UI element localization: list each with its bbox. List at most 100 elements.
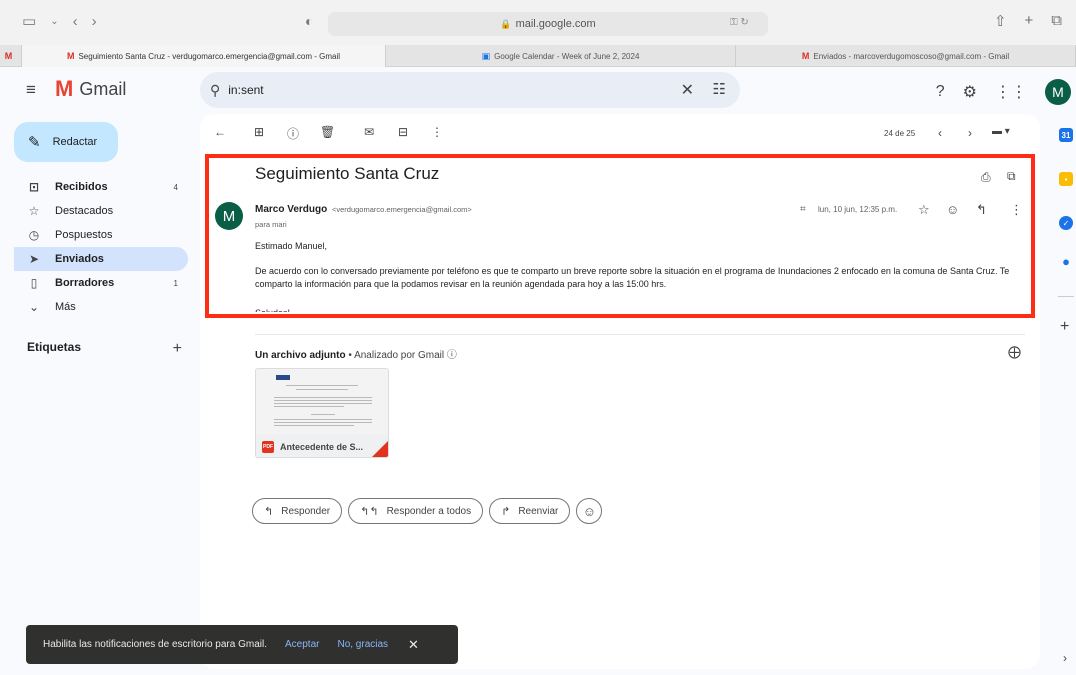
- share-icon[interactable]: ⇧: [994, 12, 1007, 30]
- attachment-clip-icon: ⌗: [800, 204, 806, 215]
- labels-section-header: Etiquetas +: [27, 340, 182, 358]
- reload-icon[interactable]: ⚿ ↻: [730, 17, 749, 28]
- more-options-icon[interactable]: ⋮: [431, 125, 443, 139]
- print-icon[interactable]: ⎙: [981, 170, 991, 185]
- address-bar[interactable]: 🔒 mail.google.com: [328, 12, 768, 36]
- emoji-reaction-icon[interactable]: ☺: [946, 202, 959, 217]
- delete-icon[interactable]: 🗑: [320, 125, 335, 139]
- reply-all-button[interactable]: ↰↰ Responder a todos: [348, 498, 484, 524]
- sidebar-toggle-icon[interactable]: ▭: [22, 12, 36, 30]
- message-position: 24 de 25: [884, 129, 916, 138]
- reply-label: Responder: [281, 505, 331, 517]
- message-pane: ← ⊞ ⓘ 🗑 ✉ ⊟ ⋮ 24 de 25 ‹ › ▬ ▾ Seguimien…: [200, 114, 1040, 669]
- recipient-line[interactable]: para mari: [255, 220, 287, 229]
- attachment-card[interactable]: PDF Antecedente de S...: [255, 368, 389, 458]
- preview-line: [274, 400, 372, 401]
- chevron-down-icon[interactable]: ⌄: [50, 16, 58, 27]
- new-tab-icon[interactable]: +: [1025, 12, 1034, 30]
- search-input[interactable]: [228, 83, 629, 97]
- close-icon[interactable]: ✕: [408, 637, 419, 653]
- calendar-icon[interactable]: 31: [1059, 128, 1073, 142]
- attachment-heading: Un archivo adjunto • Analizado por Gmail…: [255, 346, 457, 361]
- add-to-drive-icon[interactable]: ⨁: [1008, 344, 1021, 360]
- sidebar-item-borradores[interactable]: ▯ Borradores 1: [14, 271, 188, 295]
- forward-button[interactable]: ↱ Reenviar: [489, 498, 571, 524]
- message-date: lun, 10 jun, 12:35 p.m.: [818, 205, 898, 214]
- pdf-preview: [256, 369, 388, 435]
- message-signoff: Saludos!: [255, 307, 1015, 312]
- pdf-corner-icon: [372, 441, 388, 457]
- divider: [255, 334, 1025, 335]
- sidebar-item-pospuestos[interactable]: ◷ Pospuestos: [14, 223, 188, 247]
- add-to-tasks-icon[interactable]: ⊟: [398, 125, 408, 139]
- tasks-icon[interactable]: ✓: [1059, 216, 1073, 230]
- sidebar-item-destacados[interactable]: ☆ Destacados: [14, 199, 188, 223]
- older-chevron-icon[interactable]: ›: [968, 126, 972, 140]
- tab-gmail-seguimiento[interactable]: M Seguimiento Santa Cruz - verdugomarco.…: [22, 45, 386, 67]
- decline-button[interactable]: No, gracias: [337, 639, 388, 650]
- tab-overview-icon[interactable]: ⧉: [1051, 12, 1062, 30]
- back-arrow-icon[interactable]: ←: [214, 125, 226, 139]
- contacts-icon[interactable]: ●: [1059, 254, 1073, 269]
- keep-icon[interactable]: ▪: [1059, 172, 1073, 186]
- chevron-down-icon: ⌄: [28, 300, 40, 314]
- send-icon: ➤: [28, 252, 40, 266]
- forward-icon: ↱: [501, 505, 511, 518]
- search-options-icon[interactable]: ☷: [713, 80, 726, 98]
- browser-tab-bar: M M Seguimiento Santa Cruz - verdugomarc…: [0, 45, 1076, 67]
- emoji-reaction-button[interactable]: ☺: [576, 498, 603, 524]
- mark-unread-icon[interactable]: ✉: [364, 125, 374, 139]
- preview-line: [274, 397, 372, 398]
- reply-button[interactable]: ↰ Responder: [252, 498, 343, 524]
- get-addons-icon[interactable]: +: [1060, 318, 1069, 336]
- accept-button[interactable]: Aceptar: [285, 639, 319, 650]
- preview-line: [274, 406, 344, 407]
- clear-search-icon[interactable]: ✕: [681, 80, 694, 100]
- sidebar-item-recibidos[interactable]: ⊡ Recibidos 4: [14, 175, 188, 199]
- gmail-header: ≡ M Gmail ⚲ ✕ ☷ ? ⚙ ⋮⋮ M: [0, 67, 1076, 113]
- preview-line: [274, 403, 372, 404]
- gmail-icon: M: [801, 51, 810, 61]
- compose-button[interactable]: ✎ Redactar: [14, 122, 118, 162]
- attachment-footer: PDF Antecedente de S...: [256, 435, 388, 457]
- pinned-gmail-tab[interactable]: M: [0, 45, 22, 67]
- privacy-shield-icon[interactable]: ◐: [305, 13, 313, 29]
- reply-icon[interactable]: ↰: [976, 202, 987, 218]
- settings-gear-icon[interactable]: ⚙: [963, 82, 977, 102]
- account-avatar[interactable]: M: [1045, 79, 1071, 105]
- open-new-window-icon[interactable]: ⧉: [1007, 169, 1016, 184]
- forward-icon[interactable]: ›: [92, 13, 97, 30]
- help-icon[interactable]: ?: [936, 83, 945, 101]
- tab-google-calendar[interactable]: ▣ Google Calendar - Week of June 2, 2024: [386, 45, 736, 67]
- message-subject: Seguimiento Santa Cruz: [255, 164, 440, 183]
- sidebar-item-label: Pospuestos: [55, 229, 113, 241]
- input-tools-icon[interactable]: ▬ ▾: [992, 126, 1010, 137]
- sidebar-item-mas[interactable]: ⌄ Más: [14, 295, 188, 319]
- sender-name[interactable]: Marco Verdugo: [255, 204, 327, 215]
- apps-grid-icon[interactable]: ⋮⋮: [995, 82, 1027, 102]
- search-bar: ⚲ ✕ ☷: [200, 72, 740, 108]
- back-icon[interactable]: ‹: [73, 13, 78, 30]
- archive-icon[interactable]: ⊞: [254, 125, 264, 139]
- tab-gmail-enviados[interactable]: M Enviados - marcoverdugomoscoso@gmail.c…: [736, 45, 1076, 67]
- pdf-file-icon: PDF: [262, 441, 274, 453]
- browser-nav-controls: ▭ ⌄ ‹ ›: [22, 12, 97, 31]
- add-label-icon[interactable]: +: [173, 340, 182, 358]
- unread-count: 4: [173, 182, 178, 192]
- reply-icon: ↰: [264, 505, 274, 518]
- main-menu-icon[interactable]: ≡: [26, 80, 44, 100]
- more-vert-icon[interactable]: ⋮: [1010, 202, 1023, 218]
- browser-right-controls: ⇧ + ⧉: [994, 12, 1062, 30]
- header-actions: ? ⚙ ⋮⋮ M: [936, 79, 1076, 105]
- url-text: mail.google.com: [515, 18, 596, 30]
- newer-chevron-icon[interactable]: ‹: [938, 126, 942, 140]
- report-spam-icon[interactable]: ⓘ: [287, 125, 299, 142]
- gmail-logo[interactable]: M Gmail: [55, 78, 126, 100]
- sender-avatar[interactable]: M: [215, 202, 243, 230]
- sidebar-item-enviados[interactable]: ➤ Enviados: [14, 247, 188, 271]
- side-panel: 31 ▪ ✓ ● + ›: [1050, 114, 1076, 675]
- search-icon[interactable]: ⚲: [210, 82, 220, 99]
- divider: [1058, 296, 1074, 297]
- chevron-right-icon[interactable]: ›: [1063, 651, 1067, 665]
- star-icon[interactable]: ☆: [918, 202, 930, 218]
